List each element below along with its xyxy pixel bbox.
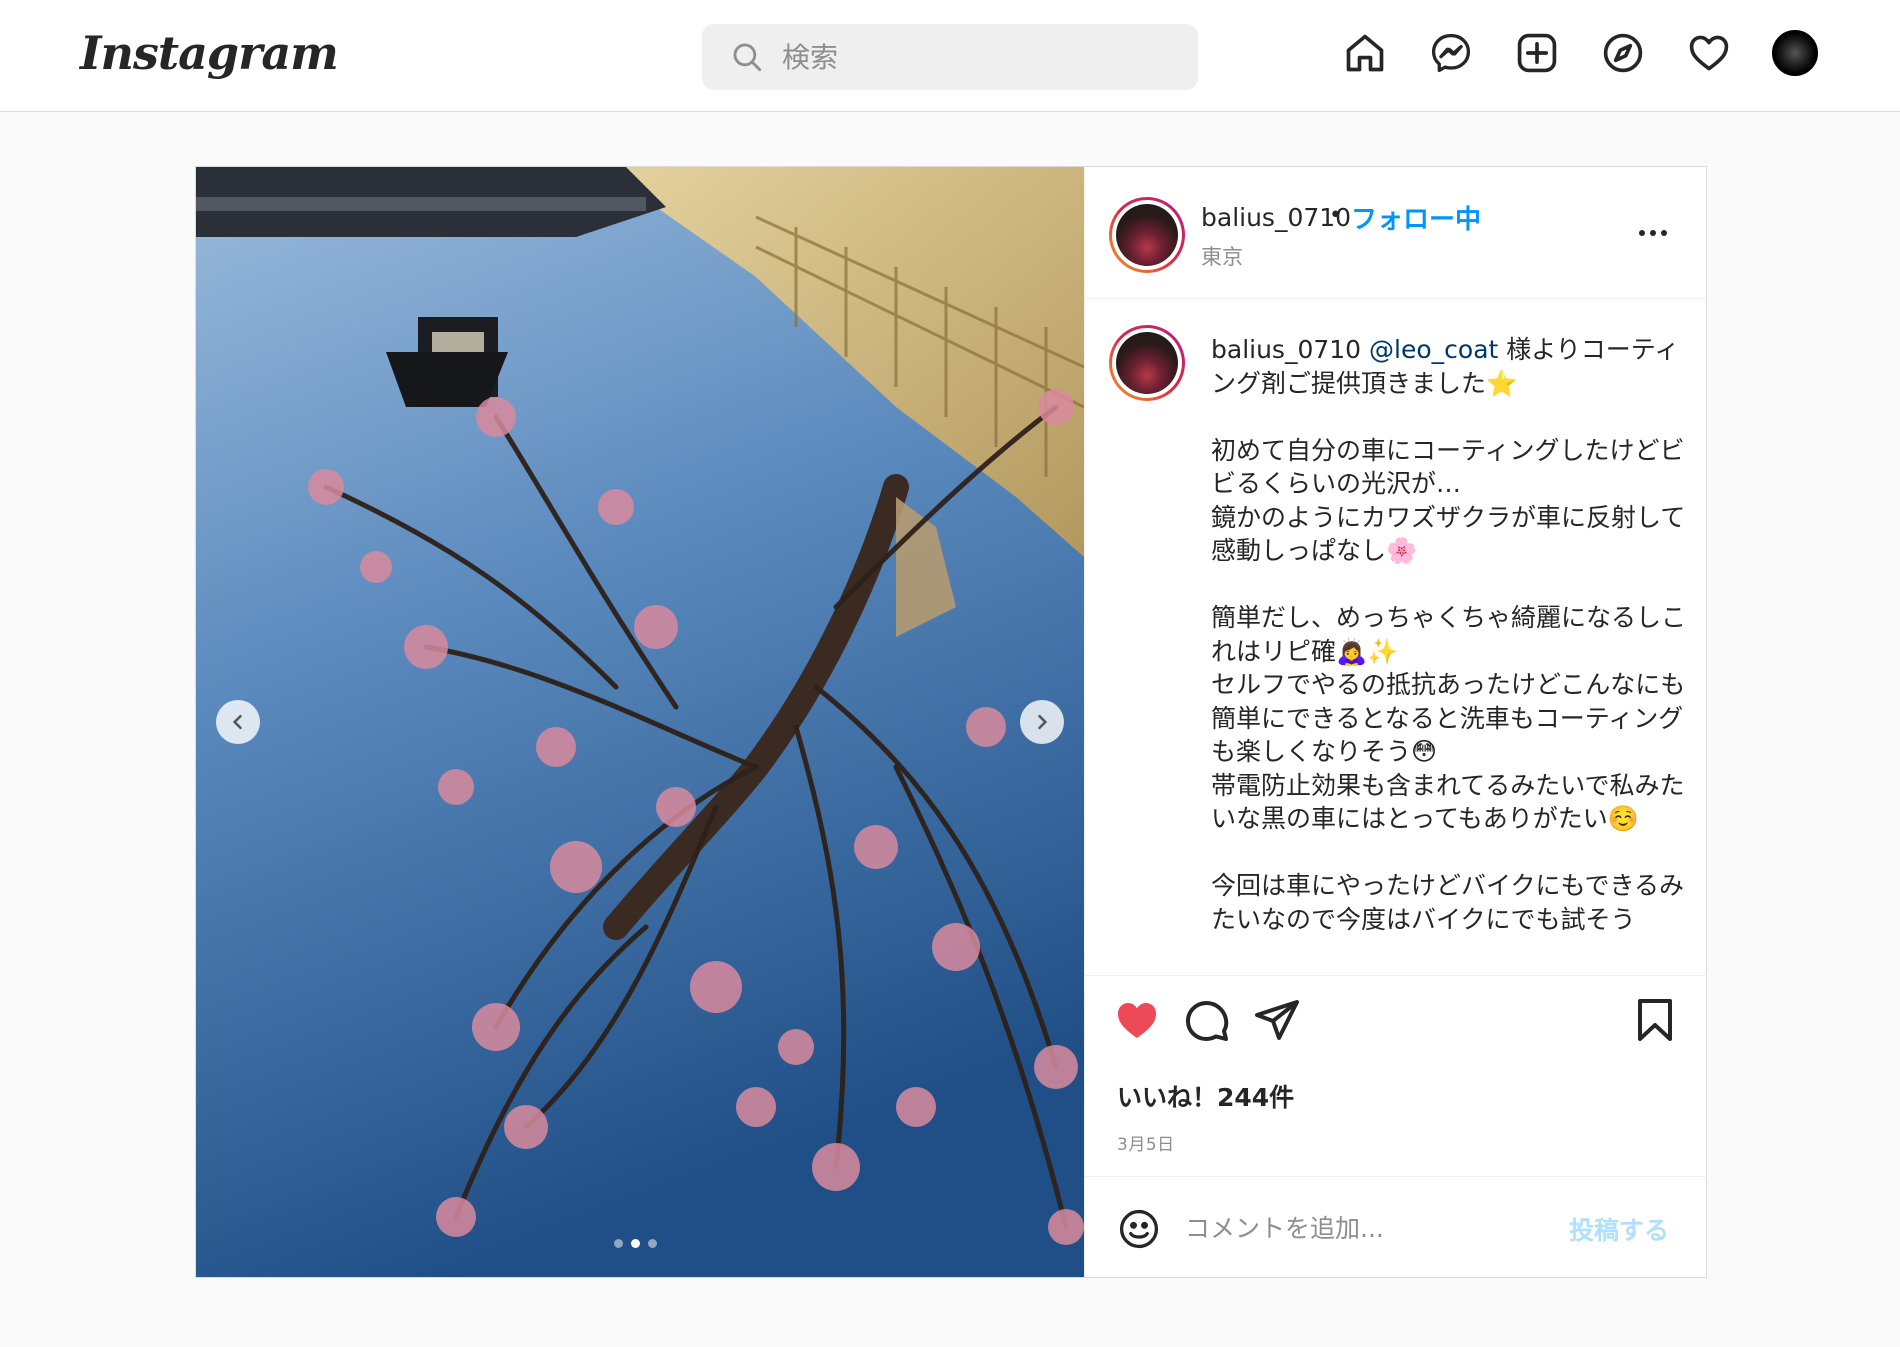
caption-username[interactable]: balius_0710 xyxy=(1211,335,1361,364)
new-post-button[interactable] xyxy=(1514,30,1560,76)
header-separator: • xyxy=(1329,203,1342,228)
comment-button[interactable] xyxy=(1183,996,1231,1044)
send-icon xyxy=(1255,1000,1299,1040)
post-photo xyxy=(196,167,1084,1277)
search-box[interactable] xyxy=(702,24,1198,90)
more-dot xyxy=(1639,230,1645,236)
more-dot xyxy=(1650,230,1656,236)
caption-area: balius_0710 @leo_coat 様よりコーティング剤ご提供頂きました… xyxy=(1085,299,1707,975)
caption-avatar[interactable] xyxy=(1109,325,1185,401)
post-date[interactable]: 3月5日 xyxy=(1117,1130,1175,1155)
messenger-button[interactable] xyxy=(1428,30,1474,76)
chevron-right-icon xyxy=(1038,714,1048,730)
explore-icon xyxy=(1603,33,1643,73)
post-actions: いいね！244件 3月5日 投稿する xyxy=(1085,975,1707,1277)
post-location[interactable]: 東京 xyxy=(1201,241,1243,271)
bookmark-icon xyxy=(1638,999,1672,1041)
carousel-indicator xyxy=(614,1239,657,1248)
emoji-button[interactable] xyxy=(1117,1207,1161,1251)
post-card: balius_0710 • フォロー中 東京 balius_0710 @leo_… xyxy=(195,166,1707,1278)
new-post-icon xyxy=(1517,33,1557,73)
profile-avatar xyxy=(1772,30,1818,76)
comment-bar: 投稿する xyxy=(1085,1176,1707,1278)
carousel-next-button[interactable] xyxy=(1020,700,1064,744)
profile-button[interactable] xyxy=(1772,30,1818,76)
heart-filled-icon xyxy=(1118,1003,1156,1038)
save-button[interactable] xyxy=(1631,996,1679,1044)
comment-icon xyxy=(1186,1001,1229,1041)
top-nav: Instagram xyxy=(0,0,1900,112)
author-avatar[interactable] xyxy=(1109,197,1185,273)
post-header: balius_0710 • フォロー中 東京 xyxy=(1085,167,1707,299)
author-avatar-image xyxy=(1116,204,1178,266)
emoji-icon xyxy=(1119,1209,1159,1249)
heart-icon xyxy=(1689,35,1729,71)
like-button[interactable] xyxy=(1113,996,1161,1044)
search-icon xyxy=(733,43,762,72)
more-dot xyxy=(1661,230,1667,236)
likes-count[interactable]: いいね！244件 xyxy=(1117,1078,1294,1114)
caption-body: 様よりコーティング剤ご提供頂きました⭐ 初めて自分の車にコーティングしたけどビビ… xyxy=(1211,335,1687,934)
more-options-button[interactable] xyxy=(1633,223,1673,243)
caption-mention[interactable]: @leo_coat xyxy=(1369,335,1498,364)
carousel-dot-active xyxy=(631,1239,640,1248)
carousel-dot xyxy=(614,1239,623,1248)
following-button[interactable]: フォロー中 xyxy=(1351,199,1481,236)
nav-icons xyxy=(1342,30,1818,76)
post-sidebar: balius_0710 • フォロー中 東京 balius_0710 @leo_… xyxy=(1084,167,1707,1277)
caption-text: balius_0710 @leo_coat 様よりコーティング剤ご提供頂きました… xyxy=(1211,333,1691,936)
carousel-prev-button[interactable] xyxy=(216,700,260,744)
carousel-dot xyxy=(648,1239,657,1248)
comment-input[interactable] xyxy=(1185,1205,1565,1251)
post-comment-button[interactable]: 投稿する xyxy=(1569,1211,1669,1247)
home-button[interactable] xyxy=(1342,30,1388,76)
home-icon xyxy=(1346,34,1384,72)
chevron-left-icon xyxy=(232,714,242,730)
post-media[interactable] xyxy=(196,167,1084,1277)
share-button[interactable] xyxy=(1253,996,1301,1044)
instagram-logo[interactable]: Instagram xyxy=(80,26,339,80)
caption-avatar-image xyxy=(1116,332,1178,394)
messenger-icon xyxy=(1431,33,1471,73)
activity-button[interactable] xyxy=(1686,30,1732,76)
explore-button[interactable] xyxy=(1600,30,1646,76)
search-input[interactable] xyxy=(782,40,1162,74)
